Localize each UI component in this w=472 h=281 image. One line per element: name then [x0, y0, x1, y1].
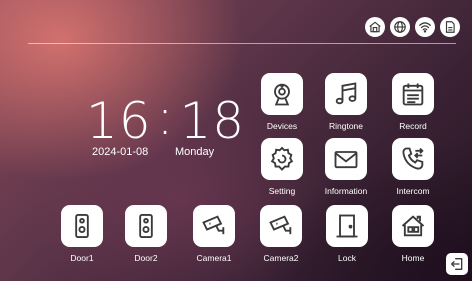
cctv-camera-icon [202, 215, 225, 235]
home-screen: 16:18 2024-01-08 Monday Devices Ringtone… [0, 0, 472, 281]
door2-button[interactable] [125, 205, 167, 247]
information-label: Information [324, 186, 368, 196]
back-button[interactable] [446, 253, 468, 275]
record-button[interactable] [392, 73, 434, 115]
lock-button[interactable] [326, 205, 368, 247]
gear-icon [270, 146, 294, 171]
home-button[interactable] [392, 205, 434, 247]
door2-label: Door2 [134, 253, 158, 263]
time-display: 16:18 [86, 92, 245, 146]
camera1-button[interactable] [193, 205, 235, 247]
calendar-list-icon [402, 83, 424, 106]
record-label: Record [399, 121, 427, 131]
door1-button[interactable] [61, 205, 103, 247]
ringtone-button[interactable] [325, 73, 367, 115]
clock-separator: : [156, 88, 175, 146]
weekday-display: Monday [175, 146, 215, 158]
door-icon [336, 214, 358, 238]
cctv-camera-icon [269, 215, 292, 235]
header-divider [28, 43, 456, 44]
status-bar [365, 17, 460, 37]
globe-icon[interactable] [390, 17, 410, 37]
date-display: 2024-01-08 [92, 146, 149, 158]
exit-arrow-icon [451, 258, 463, 270]
envelope-icon [334, 151, 358, 169]
phone-transfer-icon [402, 147, 424, 170]
ringtone-label: Ringtone [328, 121, 364, 131]
devices-label: Devices [266, 121, 298, 131]
lock-label: Lock [338, 253, 356, 263]
home-label: Home [401, 253, 425, 263]
home-icon[interactable] [365, 17, 385, 37]
camera2-button[interactable] [260, 205, 302, 247]
music-note-icon [335, 82, 357, 105]
webcam-icon [274, 83, 290, 106]
devices-button[interactable] [261, 73, 303, 115]
clock-minutes: 18 [179, 92, 246, 150]
house-icon [401, 215, 425, 237]
door-station-icon [139, 213, 153, 239]
intercom-button[interactable] [392, 138, 434, 180]
wifi-icon[interactable] [415, 17, 435, 37]
sd-card-icon[interactable] [440, 17, 460, 37]
camera1-label: Camera1 [196, 253, 232, 263]
door-station-icon [75, 213, 89, 239]
door1-label: Door1 [70, 253, 94, 263]
camera2-label: Camera2 [263, 253, 299, 263]
clock-hours: 16 [86, 92, 152, 150]
information-button[interactable] [325, 138, 367, 180]
intercom-label: Intercom [396, 186, 430, 196]
setting-label: Setting [268, 186, 296, 196]
setting-button[interactable] [261, 138, 303, 180]
